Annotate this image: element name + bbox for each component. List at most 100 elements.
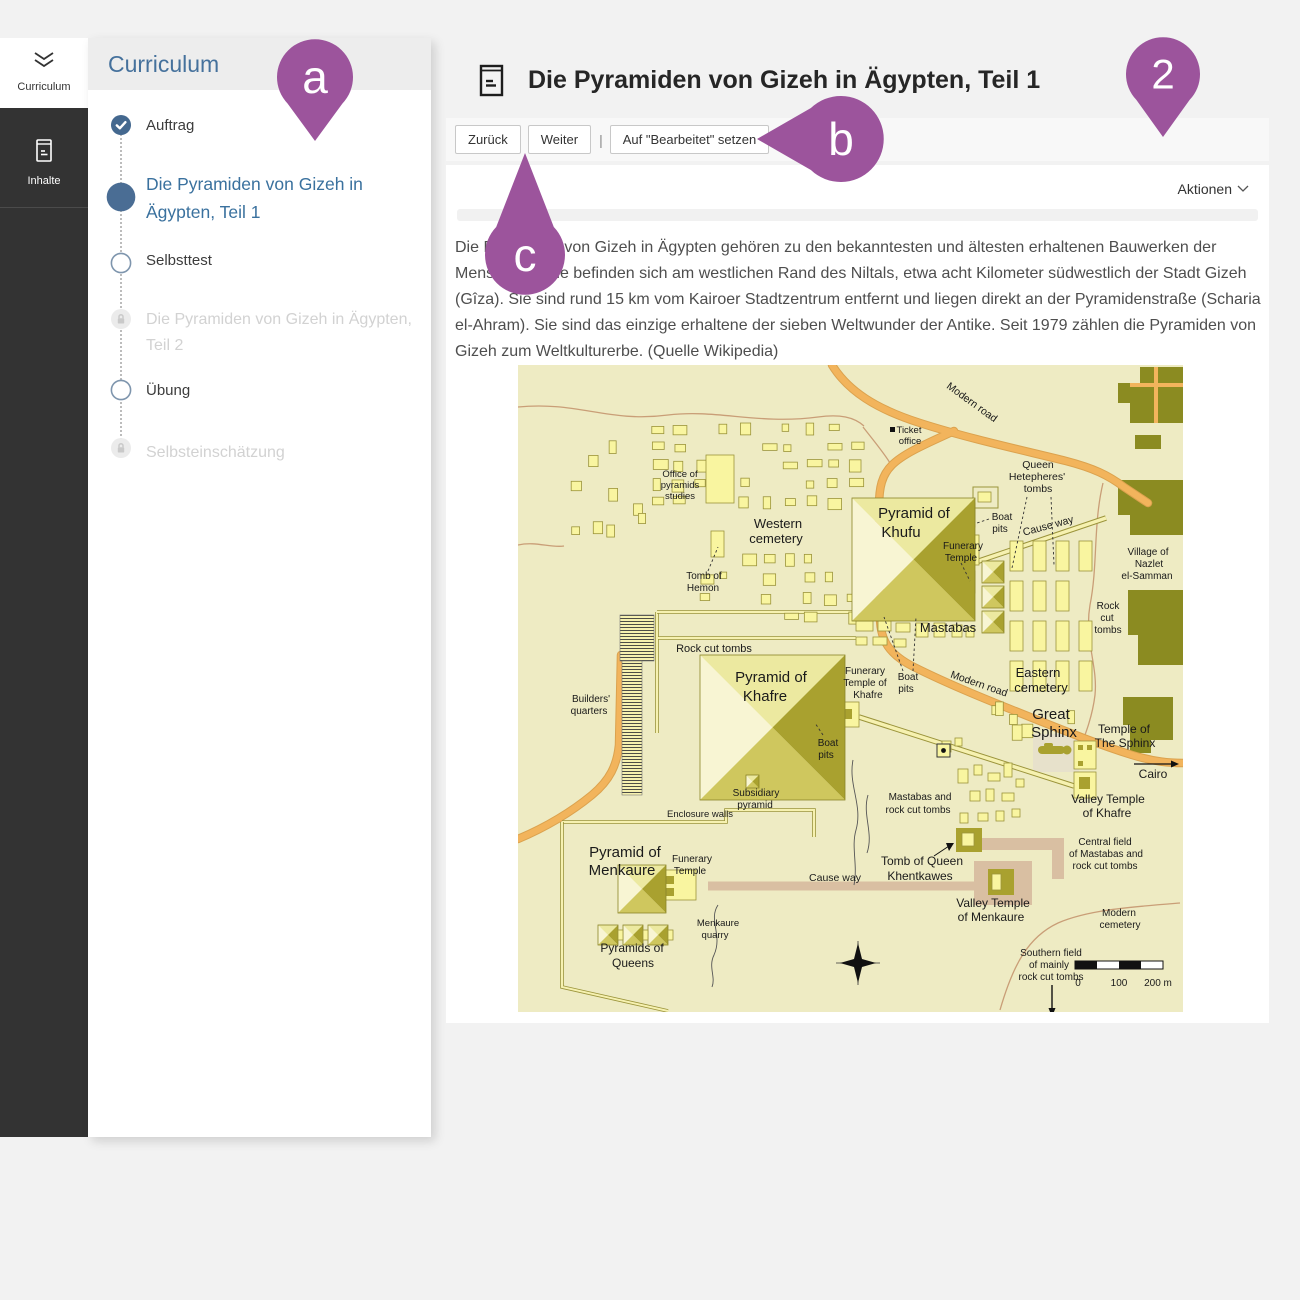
map-label: cut	[1100, 613, 1114, 624]
map-label: rock cut tombs	[885, 805, 950, 816]
rail-tab-inhalte[interactable]: Inhalte	[0, 108, 88, 208]
map-label: quarry	[702, 930, 729, 941]
map-label: Pyramid of	[735, 669, 808, 686]
map-label: Queen	[1022, 459, 1054, 471]
map-label: rock cut tombs	[1018, 972, 1083, 983]
map-label: Pyramid of	[589, 844, 662, 861]
curriculum-panel: Curriculum AuftragDie Pyramiden von Gize…	[88, 38, 431, 1137]
lesson-document-icon	[478, 62, 506, 103]
map-label: Subsidiary	[733, 788, 780, 799]
map-label: Funerary	[943, 541, 983, 552]
lesson-toolbar: Zurück Weiter | Auf "Bearbeitet" setzen	[446, 118, 1269, 161]
lesson-paragraph: Die Pyramiden von Gizeh in Ägypten gehör…	[455, 235, 1273, 365]
map-label: Southern field	[1020, 948, 1082, 959]
next-button[interactable]: Weiter	[528, 125, 591, 154]
map-label: Cause way	[809, 872, 862, 884]
map-label: pyramids	[661, 480, 700, 491]
map-label: office	[899, 436, 922, 447]
curriculum-step-label: Auftrag	[146, 117, 428, 134]
toolbar-separator: |	[599, 132, 603, 148]
actions-dropdown[interactable]: Aktionen	[1178, 181, 1249, 197]
back-button[interactable]: Zurück	[455, 125, 521, 154]
map-label: Central field	[1078, 837, 1131, 848]
map-label: of Mastabas and	[1069, 849, 1143, 860]
curriculum-step-label: Die Pyramiden von Gizeh in Ägypten, Teil…	[146, 170, 428, 226]
curriculum-step-label: Übung	[146, 382, 428, 399]
map-label: Tomb of Queen	[881, 854, 963, 868]
map-label: Nazlet	[1135, 559, 1164, 570]
map-scale-tick: 0	[1075, 978, 1081, 989]
map-label: Khufu	[881, 524, 920, 541]
map-label: Modern	[1102, 908, 1136, 919]
map-label: tombs	[1094, 625, 1121, 636]
map-label: Hemon	[687, 583, 719, 594]
map-label: Khafre	[743, 688, 787, 705]
step-connector-line	[120, 130, 122, 452]
map-label: of Khafre	[1083, 806, 1132, 820]
map-label: rock cut tombs	[1072, 861, 1137, 872]
map-scale-tick: 100	[1111, 978, 1128, 989]
map-label: quarters	[571, 706, 608, 717]
rail-tab-curriculum[interactable]: Curriculum	[0, 38, 88, 108]
map-label: Temple	[674, 866, 707, 877]
lesson-content-card: Aktionen Die Pyramiden von Gizeh in Ägyp…	[446, 165, 1269, 1023]
map-label: Khentkawes	[887, 869, 952, 883]
lms-page: Curriculum Inhalte Curriculum AuftragDie…	[0, 0, 1300, 1300]
map-label: Valley Temple	[956, 896, 1030, 910]
content-divider	[457, 209, 1258, 221]
map-label: Great	[1032, 706, 1070, 723]
annotation-marker-letter: 2	[1151, 51, 1174, 98]
map-label: Rock	[1097, 601, 1121, 612]
curriculum-step-label: Selbsttest	[146, 252, 428, 269]
map-label: Temple	[945, 553, 978, 564]
map-label: cemetery	[749, 531, 803, 546]
document-icon	[33, 151, 55, 168]
map-label: pits	[898, 684, 914, 695]
map-label: Cairo	[1139, 767, 1168, 781]
giza-map-image: Modern roadTicketofficeOffice ofpyramids…	[518, 365, 1183, 1012]
map-label: Khafre	[853, 690, 883, 701]
map-label: Menkaure	[697, 918, 739, 929]
mark-edited-button[interactable]: Auf "Bearbeitet" setzen	[610, 125, 770, 154]
map-label: Pyramid of	[878, 505, 951, 522]
rail-tab-label: Curriculum	[0, 81, 88, 93]
map-label: Builders'	[572, 694, 610, 705]
map-label: Sphinx	[1031, 724, 1077, 741]
double-chevron-down-icon	[31, 57, 57, 74]
map-label: Valley Temple	[1071, 792, 1145, 806]
open-step-icon	[110, 252, 132, 274]
map-label: Tomb of	[686, 571, 722, 582]
map-label: tombs	[1024, 483, 1053, 495]
map-label: cemetery	[1099, 920, 1140, 931]
map-label: pyramid	[737, 800, 773, 811]
map-label: Mastabas and	[889, 792, 952, 803]
map-label: Village of	[1128, 547, 1169, 558]
actions-dropdown-label: Aktionen	[1178, 181, 1232, 197]
map-label: Temple of	[1098, 722, 1151, 736]
map-label: of Menkaure	[958, 910, 1025, 924]
map-label: Mastabas	[920, 620, 977, 635]
map-label: Menkaure	[589, 862, 656, 879]
left-rail: Curriculum Inhalte	[0, 38, 88, 1137]
current-step-icon	[106, 182, 136, 212]
map-label: Rock cut tombs	[676, 643, 752, 655]
map-label: Boat	[818, 738, 839, 749]
map-label: pits	[818, 750, 834, 761]
map-label: cemetery	[1014, 680, 1068, 695]
map-label: Hetepheres'	[1009, 471, 1065, 483]
open-step-icon	[110, 379, 132, 401]
curriculum-step-label: Die Pyramiden von Gizeh in Ägypten, Teil…	[146, 307, 428, 359]
map-label: Temple of	[843, 678, 887, 689]
map-label: Pyramids of	[600, 941, 664, 955]
map-label: el-Samman	[1121, 571, 1172, 582]
locked-step-icon	[110, 437, 132, 459]
map-label: Western	[754, 516, 802, 531]
map-label: Office of	[662, 469, 698, 480]
map-scale-tick: 200 m	[1144, 978, 1172, 989]
map-label: Funerary	[845, 666, 885, 677]
map-label: Boat	[992, 512, 1013, 523]
map-label: Funerary	[672, 854, 712, 865]
curriculum-step-label: Selbsteinschätzung	[146, 440, 428, 466]
map-label: Queens	[612, 956, 654, 970]
map-label: Ticket	[897, 425, 922, 436]
